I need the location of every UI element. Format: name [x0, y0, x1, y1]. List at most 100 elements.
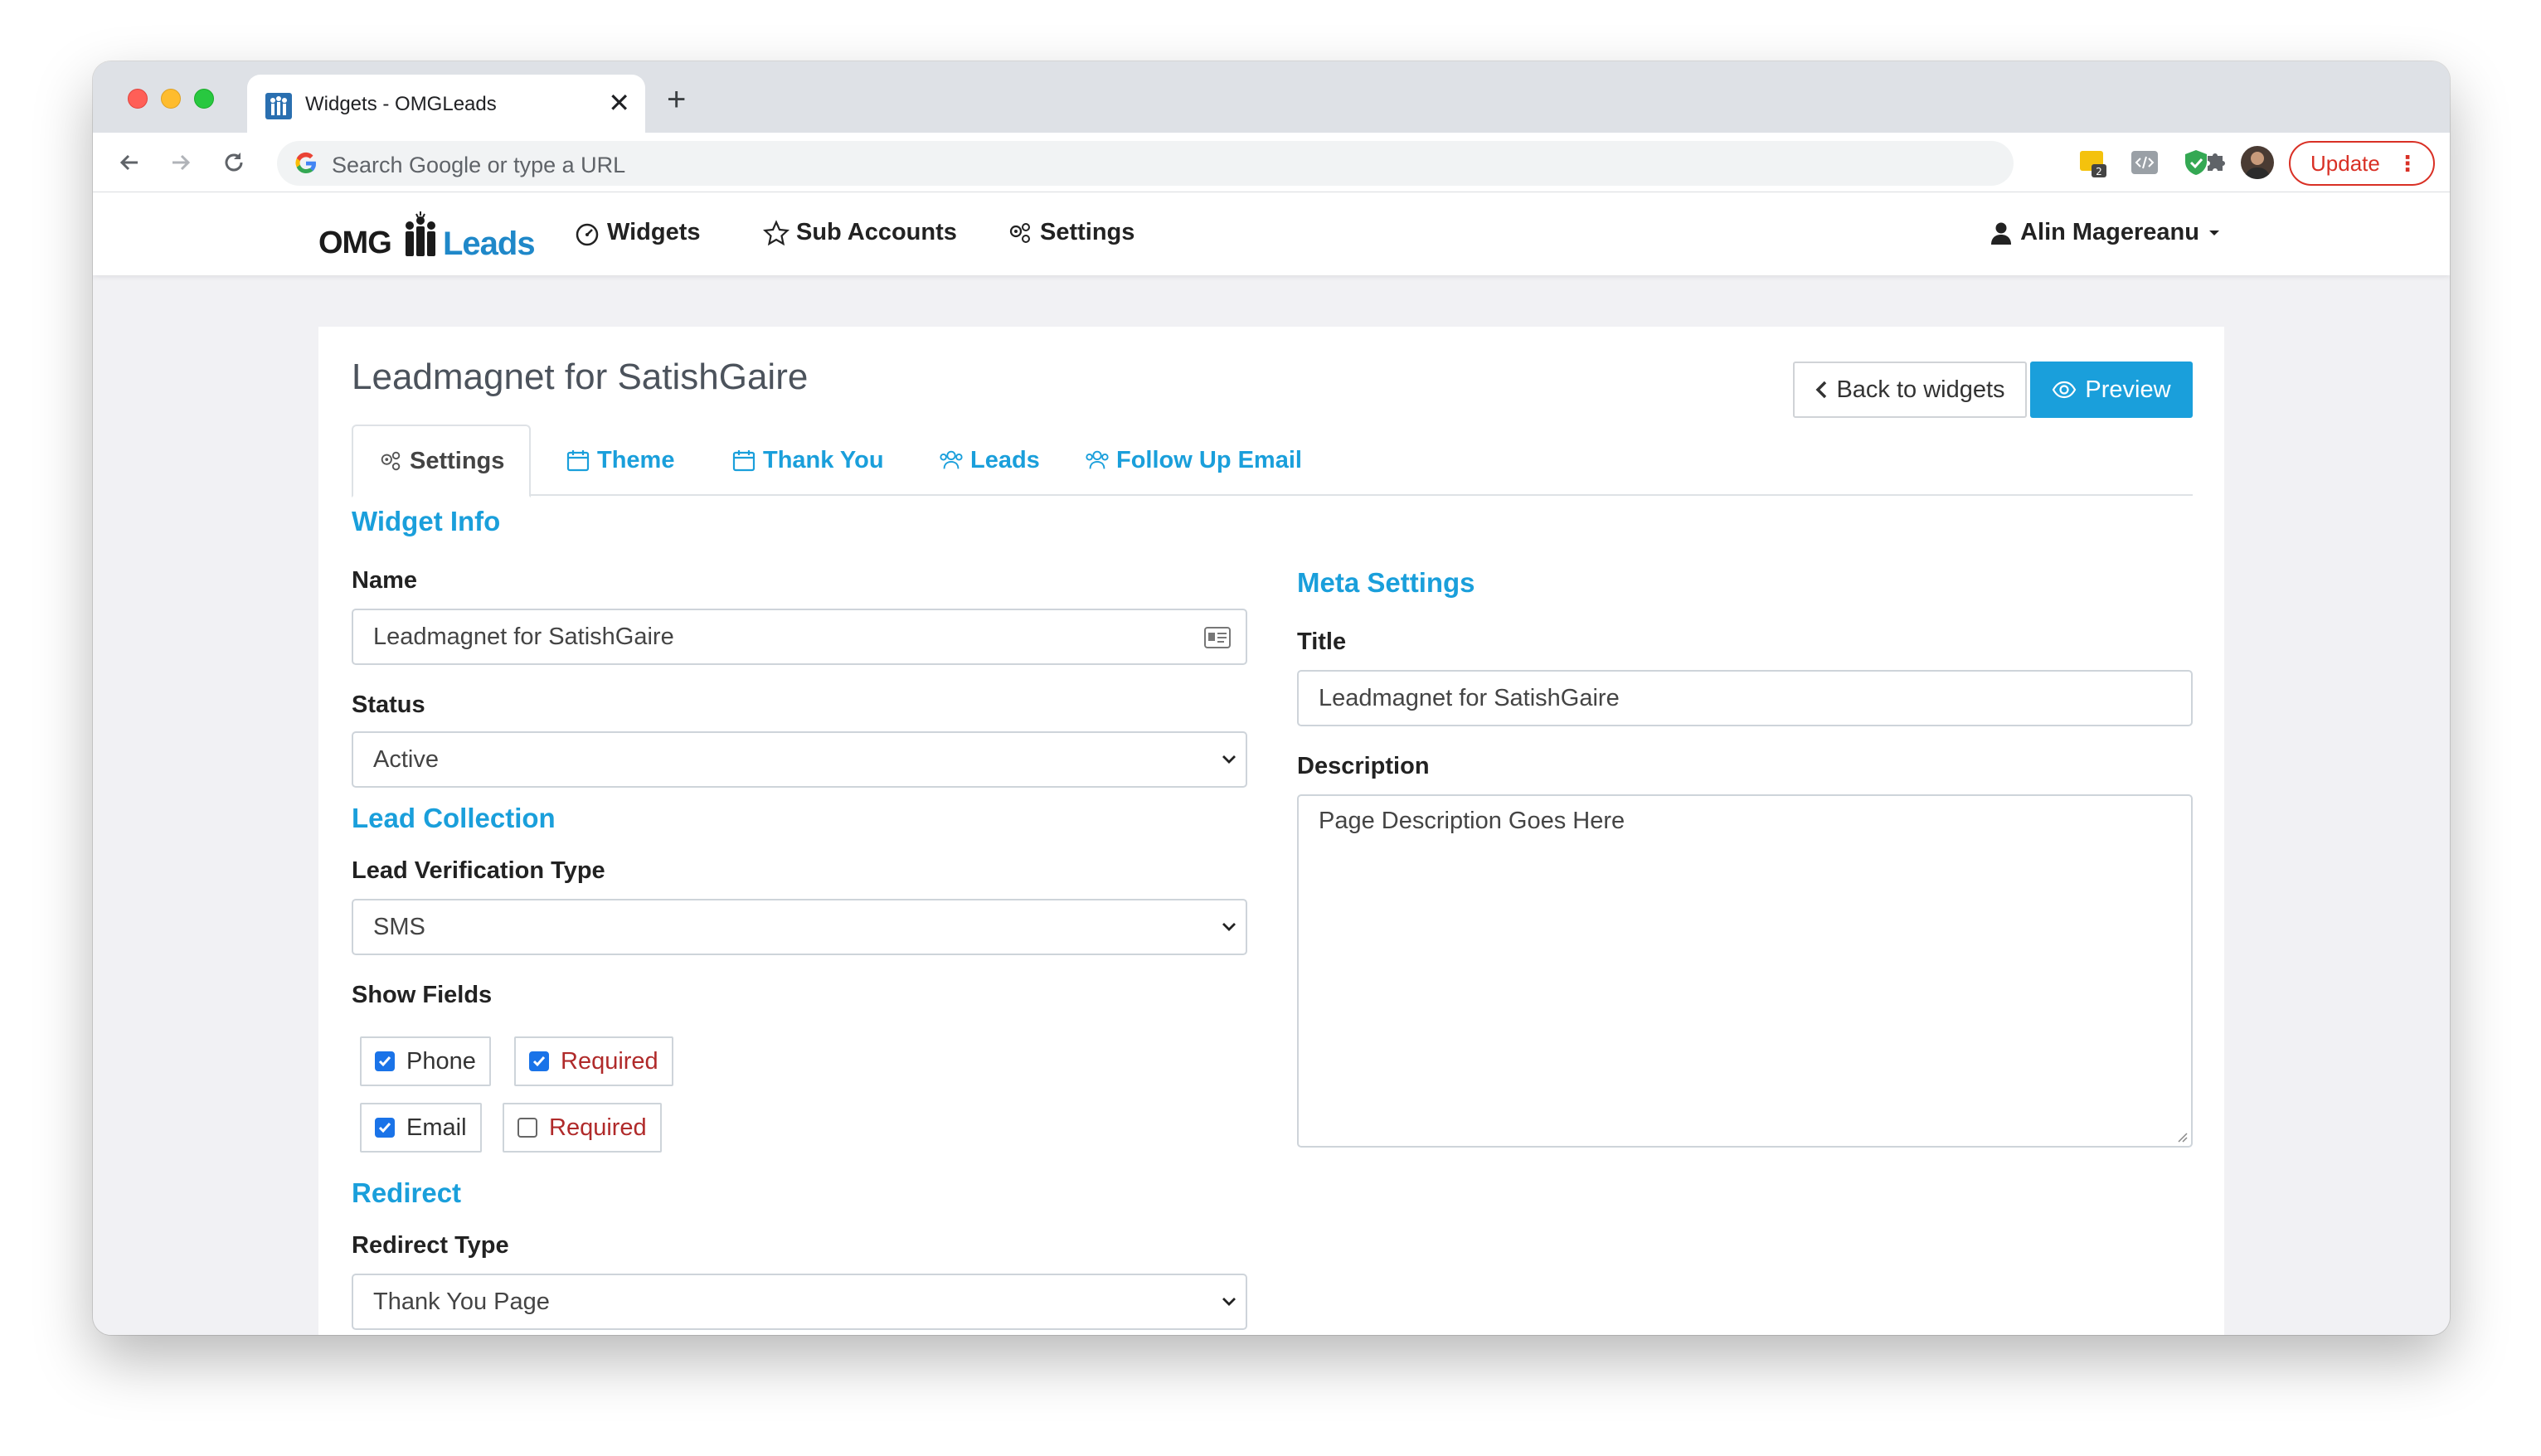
omgleads-favicon-icon [265, 93, 292, 119]
tab-settings-label: Settings [410, 447, 505, 474]
user-name: Alin Magereanu [2020, 219, 2199, 245]
svg-text:2: 2 [2096, 166, 2102, 177]
nav-settings[interactable]: Settings [1007, 219, 1134, 246]
meta-title-value: Leadmagnet for SatishGaire [1319, 685, 1620, 711]
email-required-checkbox[interactable]: Required [503, 1103, 662, 1153]
resize-handle-icon[interactable] [2176, 1131, 2188, 1143]
tab-theme-label: Theme [597, 446, 675, 473]
redirect-type-value: Thank You Page [373, 1289, 550, 1315]
verification-select-value: SMS [373, 914, 425, 940]
calendar-icon [566, 450, 590, 472]
web-page: OMG Leads Widgets Sub Accounts Settings … [93, 192, 2450, 1335]
nav-settings-label: Settings [1040, 219, 1135, 245]
redirect-heading: Redirect [352, 1177, 462, 1208]
tab-strip: Widgets - OMGLeads ✕ + [93, 61, 2450, 134]
checkbox-checked-icon[interactable] [375, 1051, 395, 1071]
tab-thank-you[interactable]: Thank You [731, 425, 884, 496]
phone-required-label: Required [561, 1047, 658, 1075]
nav-widgets[interactable]: Widgets [574, 219, 701, 246]
checkbox-checked-icon[interactable] [529, 1051, 549, 1071]
logo-omg-text: OMG [318, 226, 392, 260]
verification-label: Lead Verification Type [352, 857, 605, 884]
field-email-label: Email [406, 1114, 467, 1141]
browser-tab[interactable]: Widgets - OMGLeads ✕ [247, 75, 645, 134]
tab-close-icon[interactable]: ✕ [608, 90, 630, 116]
extension-code-icon[interactable] [2130, 148, 2160, 177]
verification-select[interactable]: SMS [352, 899, 1247, 955]
back-label: Back to widgets [1836, 376, 2005, 403]
users-icon [940, 450, 963, 469]
preview-button[interactable]: Preview [2030, 362, 2193, 418]
meta-description-label: Description [1297, 753, 1430, 779]
tab-follow-up-email[interactable]: Follow Up Email [1085, 425, 1302, 496]
meta-title-input[interactable]: Leadmagnet for SatishGaire [1297, 670, 2193, 726]
tab-theme[interactable]: Theme [566, 425, 674, 496]
back-to-widgets-button[interactable]: Back to widgets [1793, 362, 2027, 418]
field-phone-checkbox[interactable]: Phone [360, 1036, 491, 1086]
tab-title: Widgets - OMGLeads [305, 93, 497, 115]
forward-arrow-icon[interactable] [166, 148, 196, 177]
phone-required-checkbox[interactable]: Required [514, 1036, 673, 1086]
tab-leads-label: Leads [970, 446, 1040, 473]
tab-settings[interactable]: Settings [352, 425, 532, 497]
lead-collection-heading: Lead Collection [352, 803, 556, 833]
show-fields-label: Show Fields [352, 982, 493, 1008]
star-icon [763, 219, 790, 245]
meta-description-value: Page Description Goes Here [1319, 808, 1625, 834]
browser-toolbar: Search Google or type a URL 2 Update ⋮ [93, 133, 2450, 192]
new-tab-button[interactable]: + [667, 83, 686, 116]
gears-icon [1009, 222, 1030, 243]
meta-description-textarea[interactable]: Page Description Goes Here [1297, 794, 2193, 1148]
email-required-label: Required [549, 1114, 647, 1141]
user-menu[interactable]: Alin Magereanu [1990, 219, 2221, 246]
checkbox-unchecked-icon[interactable] [517, 1118, 537, 1138]
calendar-icon [732, 450, 755, 472]
google-icon [295, 152, 317, 174]
status-select-value: Active [373, 746, 439, 773]
caret-down-icon [2209, 230, 2219, 235]
address-placeholder: Search Google or type a URL [332, 153, 626, 177]
id-card-icon [1204, 627, 1231, 648]
users-icon [1086, 450, 1109, 469]
back-arrow-icon[interactable] [114, 148, 144, 177]
gears-icon [381, 451, 401, 471]
chevron-left-icon [1815, 381, 1827, 399]
page-title: Leadmagnet for SatishGaire [352, 357, 809, 397]
profile-avatar[interactable] [2241, 146, 2274, 179]
browser-window: Widgets - OMGLeads ✕ + Search Google or … [93, 61, 2450, 1335]
tab-follow-up-email-label: Follow Up Email [1116, 446, 1302, 473]
tab-leads[interactable]: Leads [939, 425, 1040, 496]
widget-info-heading: Widget Info [352, 506, 501, 536]
name-label: Name [352, 567, 417, 594]
status-label: Status [352, 692, 425, 718]
nav-sub-accounts-label: Sub Accounts [796, 219, 957, 245]
nav-widgets-label: Widgets [607, 219, 701, 245]
meta-title-label: Title [1297, 629, 1347, 655]
user-icon [1991, 222, 2012, 245]
chevron-down-icon [1222, 755, 1236, 764]
update-button[interactable]: Update ⋮ [2289, 141, 2435, 186]
reload-icon[interactable] [219, 148, 249, 177]
extensions-puzzle-icon[interactable] [2201, 148, 2231, 177]
maximize-window-button[interactable] [194, 89, 214, 109]
close-window-button[interactable] [128, 89, 148, 109]
preview-label: Preview [2085, 376, 2171, 403]
name-input[interactable]: Leadmagnet for SatishGaire [352, 609, 1247, 665]
tab-thank-you-label: Thank You [763, 446, 884, 473]
chevron-down-icon [1222, 1298, 1236, 1306]
gauge-icon [576, 223, 599, 245]
minimize-window-button[interactable] [161, 89, 181, 109]
address-bar[interactable]: Search Google or type a URL [277, 141, 2014, 186]
meta-settings-heading: Meta Settings [1297, 567, 1475, 598]
redirect-type-select[interactable]: Thank You Page [352, 1274, 1247, 1330]
redirect-type-label: Redirect Type [352, 1232, 509, 1259]
extension-notes-icon[interactable]: 2 [2078, 148, 2108, 177]
nav-sub-accounts[interactable]: Sub Accounts [763, 219, 957, 246]
more-vert-icon: ⋮ [2397, 151, 2418, 176]
field-email-checkbox[interactable]: Email [360, 1103, 482, 1153]
widget-tabs: Settings Theme Thank You Leads Follow Up… [352, 425, 2193, 497]
checkbox-checked-icon[interactable] [375, 1118, 395, 1138]
chevron-down-icon [1222, 923, 1236, 931]
name-input-value: Leadmagnet for SatishGaire [373, 624, 674, 650]
status-select[interactable]: Active [352, 731, 1247, 788]
